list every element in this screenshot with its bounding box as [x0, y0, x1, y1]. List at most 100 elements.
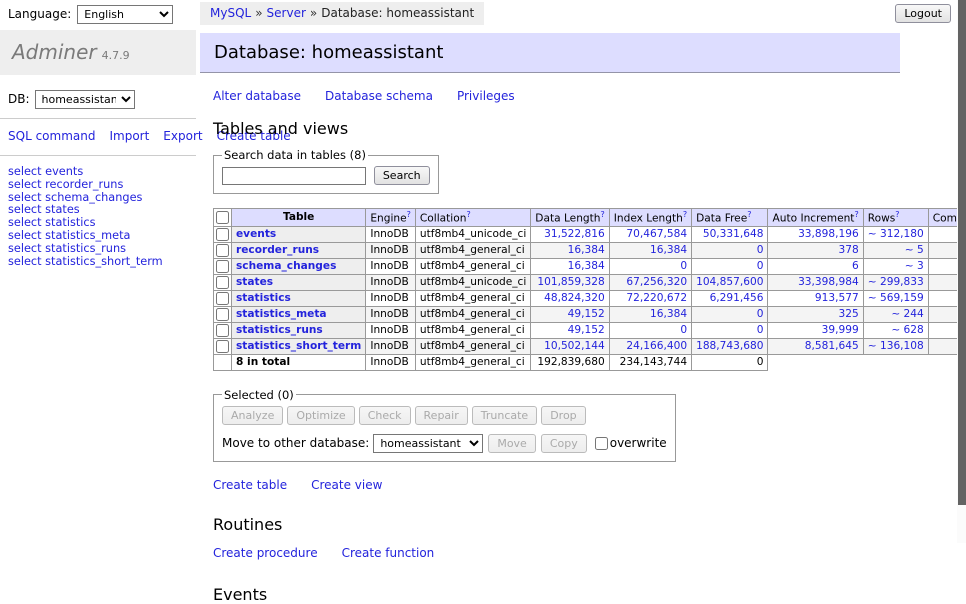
- index-length-link[interactable]: 24,166,400: [626, 340, 687, 352]
- data-length-link[interactable]: 49,152: [568, 324, 605, 336]
- language-select[interactable]: English: [77, 5, 173, 24]
- data-free-link[interactable]: 6,291,456: [710, 292, 764, 304]
- table-name-link[interactable]: statistics_short_term: [236, 340, 361, 352]
- index-length-link[interactable]: 67,256,320: [626, 276, 687, 288]
- truncate-button[interactable]: Truncate: [472, 406, 537, 425]
- copy-button[interactable]: Copy: [541, 434, 587, 453]
- sidebar-select-link-6[interactable]: select statistics_runs: [8, 242, 126, 255]
- index-length-link[interactable]: 0: [680, 260, 687, 272]
- table-name-link[interactable]: states: [236, 276, 273, 288]
- language-label: Language:: [8, 7, 71, 21]
- vertical-scrollbar[interactable]: [957, 0, 966, 543]
- data-length-link[interactable]: 16,384: [568, 244, 605, 256]
- search-input[interactable]: [222, 167, 366, 185]
- index-length-link[interactable]: 0: [680, 324, 687, 336]
- row-checkbox[interactable]: [216, 228, 229, 241]
- overwrite-checkbox[interactable]: [595, 437, 608, 450]
- table-name-link[interactable]: events: [236, 228, 276, 240]
- row-checkbox[interactable]: [216, 340, 229, 353]
- rows-link[interactable]: ~ 299,833: [868, 276, 924, 288]
- database-link-0[interactable]: Alter database: [213, 89, 301, 103]
- sidebar-action-0[interactable]: SQL command: [8, 129, 95, 143]
- sidebar-select-link-2[interactable]: select schema_changes: [8, 191, 142, 204]
- data-free-link[interactable]: 50,331,648: [703, 228, 764, 240]
- routine-link-0[interactable]: Create procedure: [213, 546, 318, 560]
- data-length-link[interactable]: 31,522,816: [544, 228, 605, 240]
- sidebar-action-2[interactable]: Export: [163, 129, 202, 143]
- sidebar-select-link-4[interactable]: select statistics: [8, 216, 96, 229]
- sidebar-select-link-5[interactable]: select statistics_meta: [8, 229, 130, 242]
- auto-increment-link[interactable]: 913,577: [815, 292, 859, 304]
- row-checkbox[interactable]: [216, 324, 229, 337]
- help-link[interactable]: ?: [407, 210, 411, 219]
- data-free-link[interactable]: 0: [757, 260, 764, 272]
- help-link[interactable]: ?: [466, 210, 470, 219]
- analyze-button[interactable]: Analyze: [222, 406, 283, 425]
- help-link[interactable]: ?: [683, 210, 687, 219]
- data-length-link[interactable]: 49,152: [568, 308, 605, 320]
- rows-link[interactable]: ~ 569,159: [868, 292, 924, 304]
- index-length-link[interactable]: 16,384: [650, 308, 687, 320]
- sidebar-select-link-7[interactable]: select statistics_short_term: [8, 255, 163, 268]
- create-link-1[interactable]: Create view: [311, 478, 382, 492]
- auto-increment-link[interactable]: 33,398,984: [798, 276, 859, 288]
- row-checkbox[interactable]: [216, 244, 229, 257]
- drop-button[interactable]: Drop: [541, 406, 585, 425]
- auto-increment-link[interactable]: 33,898,196: [798, 228, 859, 240]
- data-length-link[interactable]: 101,859,328: [537, 276, 604, 288]
- row-checkbox[interactable]: [216, 260, 229, 273]
- auto-increment-link[interactable]: 8,581,645: [805, 340, 859, 352]
- table-name-link[interactable]: statistics_meta: [236, 308, 327, 320]
- row-checkbox[interactable]: [216, 292, 229, 305]
- auto-increment-link[interactable]: 6: [852, 260, 859, 272]
- search-button[interactable]: Search: [374, 166, 430, 185]
- sidebar-select-link-0[interactable]: select events: [8, 165, 83, 178]
- sidebar-select-link-3[interactable]: select states: [8, 203, 80, 216]
- sidebar-select-link-1[interactable]: select recorder_runs: [8, 178, 123, 191]
- help-link[interactable]: ?: [895, 210, 899, 219]
- index-length-link[interactable]: 72,220,672: [626, 292, 687, 304]
- table-name-link[interactable]: statistics: [236, 292, 291, 304]
- database-link-1[interactable]: Database schema: [325, 89, 433, 103]
- repair-button[interactable]: Repair: [415, 406, 468, 425]
- auto-increment-link[interactable]: 39,999: [822, 324, 859, 336]
- table-name-link[interactable]: statistics_runs: [236, 324, 323, 336]
- create-link-0[interactable]: Create table: [213, 478, 287, 492]
- auto-increment-link[interactable]: 325: [838, 308, 858, 320]
- db-select[interactable]: homeassistant: [35, 90, 135, 109]
- data-length-link[interactable]: 10,502,144: [544, 340, 605, 352]
- logout-button[interactable]: Logout: [895, 4, 951, 23]
- database-link-2[interactable]: Privileges: [457, 89, 515, 103]
- index-length-link[interactable]: 70,467,584: [626, 228, 687, 240]
- auto-increment-link[interactable]: 378: [838, 244, 858, 256]
- move-button[interactable]: Move: [488, 434, 536, 453]
- data-length-link[interactable]: 16,384: [568, 260, 605, 272]
- rows-link[interactable]: ~ 5: [905, 244, 924, 256]
- sidebar-action-1[interactable]: Import: [109, 129, 149, 143]
- data-free-link[interactable]: 0: [757, 244, 764, 256]
- check-button[interactable]: Check: [359, 406, 411, 425]
- row-checkbox[interactable]: [216, 308, 229, 321]
- data-free-link[interactable]: 0: [757, 324, 764, 336]
- data-length-link[interactable]: 48,824,320: [544, 292, 605, 304]
- help-link[interactable]: ?: [601, 210, 605, 219]
- rows-link[interactable]: ~ 244: [891, 308, 923, 320]
- select-all-checkbox[interactable]: [216, 211, 229, 224]
- rows-link[interactable]: ~ 628: [891, 324, 923, 336]
- table-name-link[interactable]: schema_changes: [236, 260, 336, 272]
- row-checkbox[interactable]: [216, 276, 229, 289]
- rows-link[interactable]: ~ 312,180: [868, 228, 924, 240]
- move-db-select[interactable]: homeassistant: [373, 434, 483, 453]
- rows-link[interactable]: ~ 3: [905, 260, 924, 272]
- rows-link[interactable]: ~ 136,108: [868, 340, 924, 352]
- help-link[interactable]: ?: [854, 210, 858, 219]
- optimize-button[interactable]: Optimize: [287, 406, 354, 425]
- scrollbar-thumb[interactable]: [958, 0, 966, 505]
- data-free-link[interactable]: 0: [757, 308, 764, 320]
- index-length-link[interactable]: 16,384: [650, 244, 687, 256]
- table-name-link[interactable]: recorder_runs: [236, 244, 319, 256]
- data-free-link[interactable]: 188,743,680: [696, 340, 763, 352]
- help-link[interactable]: ?: [747, 210, 751, 219]
- routine-link-1[interactable]: Create function: [342, 546, 435, 560]
- data-free-link[interactable]: 104,857,600: [696, 276, 763, 288]
